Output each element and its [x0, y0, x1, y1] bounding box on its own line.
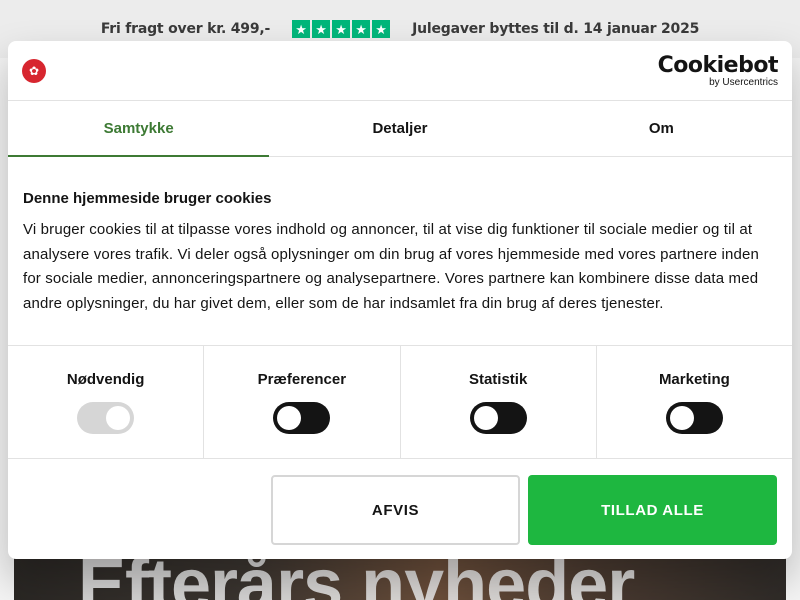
tab-detaljer[interactable]: Detaljer	[269, 101, 530, 156]
toggle-knob	[277, 406, 302, 430]
trustpilot-stars-icon[interactable]: ★ ★ ★ ★ ★	[292, 20, 391, 38]
toggle-knob	[473, 406, 498, 430]
cookie-consent-dialog: ✿ Cookiebot by Usercentrics Samtykke Det…	[8, 41, 792, 559]
category-preferences: Præferencer	[204, 346, 401, 458]
decline-button[interactable]: AFVIS	[271, 475, 520, 545]
tab-samtykke[interactable]: Samtykke	[8, 101, 270, 157]
consent-body: Denne hjemmeside bruger cookies Vi bruge…	[8, 157, 792, 346]
consent-heading: Denne hjemmeside bruger cookies	[23, 190, 272, 207]
dialog-header: ✿ Cookiebot by Usercentrics	[8, 41, 792, 101]
category-necessary: Nødvendig	[8, 346, 205, 458]
star-icon: ★	[352, 20, 371, 38]
toggle-knob	[106, 406, 131, 430]
star-icon: ★	[372, 20, 391, 38]
free-shipping-text: Fri fragt over kr. 499,-	[100, 21, 271, 37]
consent-categories: Nødvendig Præferencer Statistik Marketin…	[8, 346, 792, 459]
maple-leaf-logo-icon: ✿	[22, 59, 46, 83]
star-icon: ★	[292, 20, 311, 38]
toggle-knob	[669, 406, 694, 430]
star-icon: ★	[332, 20, 351, 38]
cookiebot-logo[interactable]: Cookiebot by Usercentrics	[657, 53, 779, 89]
marketing-toggle[interactable]	[665, 402, 723, 434]
category-label: Præferencer	[257, 371, 347, 388]
preferences-toggle[interactable]	[273, 402, 331, 434]
category-marketing: Marketing	[597, 346, 792, 458]
consent-actions: AFVIS TILLAD ALLE	[8, 459, 792, 545]
category-label: Nødvendig	[66, 371, 145, 388]
cookiebot-sub: by Usercentrics	[709, 77, 778, 88]
tab-om[interactable]: Om	[531, 101, 792, 156]
gift-return-text: Julegaver byttes til d. 14 januar 2025	[412, 21, 700, 37]
category-label: Marketing	[658, 371, 730, 388]
category-label: Statistik	[468, 371, 528, 388]
star-icon: ★	[312, 20, 331, 38]
category-statistics: Statistik	[401, 346, 597, 458]
consent-tabs: Samtykke Detaljer Om	[8, 101, 792, 157]
statistics-toggle[interactable]	[469, 402, 527, 434]
necessary-toggle	[77, 402, 135, 434]
cookiebot-name: Cookiebot	[657, 53, 779, 78]
allow-all-button[interactable]: TILLAD ALLE	[528, 475, 777, 545]
consent-text: Vi bruger cookies til at tilpasse vores …	[23, 221, 759, 312]
